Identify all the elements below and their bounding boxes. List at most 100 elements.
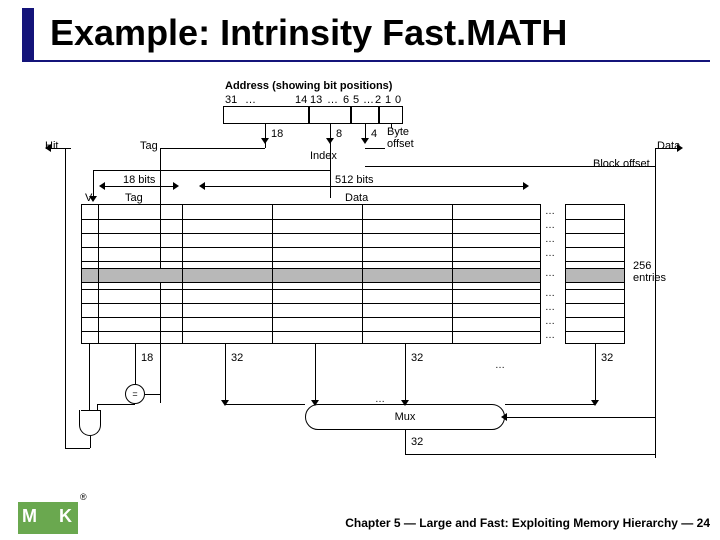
cmp-to-and-v — [97, 404, 98, 410]
row-dots: … — [545, 268, 556, 279]
addr-blockoff-field — [351, 106, 379, 124]
mux-in-arrow1 — [311, 400, 319, 406]
datacol-span — [205, 186, 525, 187]
row-line — [566, 331, 624, 332]
row-line — [82, 233, 540, 234]
and-gate — [79, 410, 101, 436]
title-accent — [22, 8, 34, 62]
tag-out-line — [135, 344, 136, 384]
row-dots: … — [545, 302, 556, 313]
col-line-d1 — [272, 205, 273, 343]
mux-out-width: 32 — [411, 436, 423, 448]
addr-index-field — [309, 106, 351, 124]
mux-out-h — [405, 454, 655, 455]
tag-hline — [160, 148, 265, 149]
col-data: Data — [345, 192, 368, 204]
row-dots: … — [545, 330, 556, 341]
bit-1: 1 — [385, 94, 391, 106]
tagcol-span — [105, 186, 175, 187]
mux-in-dots: … — [375, 394, 386, 405]
tag-to-cmp2 — [160, 394, 161, 403]
addr-tag-field — [223, 106, 309, 124]
row-line — [566, 282, 624, 283]
row-hl-top — [82, 268, 540, 269]
row-line — [566, 303, 624, 304]
byteoff-width-arrow — [361, 138, 369, 144]
cache-array-right — [565, 204, 625, 344]
data-dots: … — [495, 360, 506, 371]
row-hl-bot — [82, 282, 540, 283]
hit-arrow-line — [51, 148, 65, 149]
col-line-tag — [182, 205, 183, 343]
address-label: Address (showing bit positions) — [225, 80, 392, 92]
selected-row — [82, 268, 540, 282]
page-title: Example: Intrinsity Fast.MATH — [50, 12, 567, 54]
bit-5: 5 — [353, 94, 359, 106]
cache-array — [81, 204, 541, 344]
comparator: = — [125, 384, 145, 404]
byte-off-stub — [365, 148, 385, 149]
mux-in-arrow0 — [221, 400, 229, 406]
mux-in-arrowN — [591, 400, 599, 406]
byte-offset-label: Byteoffset — [387, 126, 414, 150]
data-col-bits: 512 bits — [335, 174, 374, 186]
tag-col-bits: 18 bits — [123, 174, 155, 186]
mux-in-hN — [505, 404, 595, 405]
tag-to-cmp — [145, 394, 160, 395]
mux-label: Mux — [395, 411, 416, 423]
hit-arrow — [45, 144, 51, 152]
addr-byteoff-field — [379, 106, 403, 124]
mux-sel-arrow — [501, 413, 507, 421]
data-arrow-line — [655, 148, 679, 149]
col-v: V — [85, 192, 92, 204]
row-dots: … — [545, 234, 556, 245]
row-line — [82, 289, 540, 290]
data-vline — [655, 148, 656, 458]
blockoff-hline — [365, 166, 655, 167]
bit-dots1: … — [245, 94, 256, 106]
mux: Mux — [305, 404, 505, 430]
bit-14: 14 — [295, 94, 307, 106]
datacol-span-l — [199, 182, 205, 190]
index-hline — [93, 170, 330, 171]
cache-diagram: Address (showing bit positions) 31 … 14 … — [45, 80, 685, 480]
row-dots: … — [545, 288, 556, 299]
data0-out-line — [225, 344, 226, 404]
title-bar: Example: Intrinsity Fast.MATH — [22, 8, 710, 62]
index-vline — [330, 140, 331, 198]
cmp-to-and-h — [97, 404, 135, 405]
mux-out-join — [655, 454, 656, 458]
index-to-table — [93, 170, 94, 198]
dN-width: 32 — [601, 352, 613, 364]
hit-stub — [65, 148, 71, 149]
col-tag: Tag — [125, 192, 143, 204]
bit-6: 6 — [343, 94, 349, 106]
and-top — [81, 410, 101, 411]
mux-in-arrow2 — [401, 400, 409, 406]
index-label: Index — [310, 150, 337, 162]
bit-31: 31 — [225, 94, 237, 106]
row-line — [82, 247, 540, 248]
bit-dots3: … — [363, 94, 374, 106]
byte-off-stub2 — [391, 124, 392, 128]
bit-dots2: … — [327, 94, 338, 106]
registered-icon: ® — [80, 492, 87, 502]
row-dots: … — [545, 316, 556, 327]
row-line — [82, 317, 540, 318]
row-line — [566, 317, 624, 318]
byteoff-width: 4 — [371, 128, 377, 140]
tag-label: Tag — [140, 140, 158, 152]
row-dots: … — [545, 220, 556, 231]
bit-13: 13 — [310, 94, 322, 106]
data2-out-line — [405, 344, 406, 404]
col-line-d3 — [452, 205, 453, 343]
d2-width: 32 — [411, 352, 423, 364]
data-arrow — [677, 144, 683, 152]
row-dots: … — [545, 206, 556, 217]
row-line — [82, 219, 540, 220]
v-out-line — [89, 344, 90, 404]
hit-vline — [65, 148, 66, 448]
row-line — [566, 261, 624, 262]
tagcol-span-l — [99, 182, 105, 190]
block-offset-label: Block offset — [593, 158, 650, 170]
